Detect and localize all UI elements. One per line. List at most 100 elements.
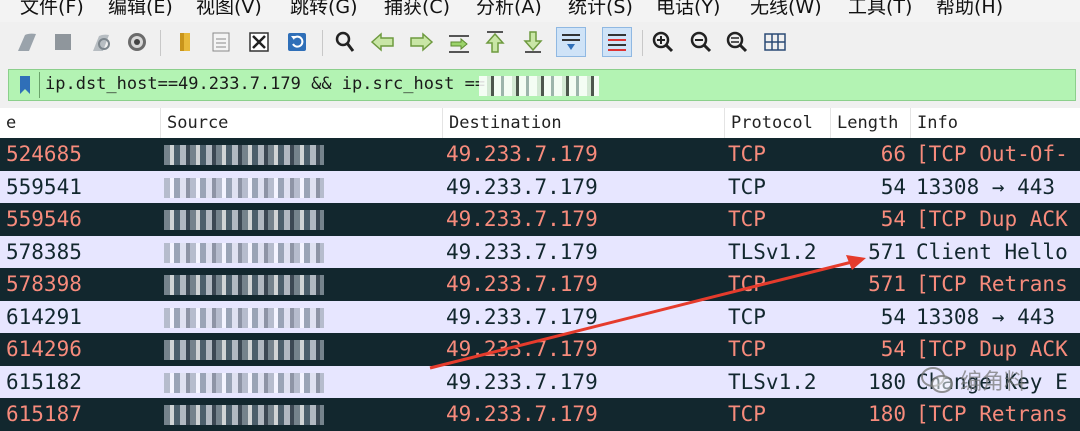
menu-edit[interactable]: 编辑(E)	[108, 0, 173, 19]
find-icon[interactable]	[330, 27, 360, 57]
packet-number: 524685	[6, 142, 82, 166]
packet-number: 615187	[6, 402, 82, 426]
packet-info: Client Hello	[916, 239, 1068, 264]
packet-info: 13308 → 443	[916, 304, 1056, 329]
watermark: 编角料	[920, 362, 1070, 398]
packet-destination: 49.233.7.179	[446, 304, 598, 329]
packet-row[interactable]: 524685 49.233.7.179 TCP 66 [TCP Out-Of-	[0, 138, 1080, 171]
redacted-ip	[164, 405, 324, 425]
packet-length: 571	[868, 272, 906, 296]
close-file-icon[interactable]	[244, 27, 274, 57]
packet-length: 180	[868, 369, 906, 394]
packet-destination: 49.233.7.179	[446, 142, 598, 166]
packet-number: 578385	[6, 239, 82, 264]
packet-row[interactable]: 578398 49.233.7.179 TCP 571 [TCP Retrans	[0, 268, 1080, 301]
reload-icon[interactable]	[282, 27, 312, 57]
packet-info: [TCP Retrans	[916, 272, 1068, 296]
column-header-length[interactable]: Length	[830, 108, 910, 138]
packet-number: 614296	[6, 337, 82, 361]
menu-wireless[interactable]: 无线(W)	[750, 0, 822, 19]
go-to-packet-icon[interactable]	[444, 27, 474, 57]
shark-fin-start-icon[interactable]	[12, 27, 42, 57]
packet-destination: 49.233.7.179	[446, 369, 598, 394]
wechat-icon	[921, 367, 953, 393]
redacted-ip	[164, 242, 324, 263]
packet-destination: 49.233.7.179	[446, 272, 598, 296]
packet-source	[164, 268, 334, 301]
packet-info: [TCP Dup ACK	[916, 337, 1068, 361]
autoscroll-icon[interactable]	[556, 27, 586, 57]
forward-arrow-icon[interactable]	[406, 27, 436, 57]
column-header-protocol[interactable]: Protocol	[724, 108, 830, 138]
redacted-ip	[479, 76, 599, 96]
menu-telephony[interactable]: 电话(Y)	[656, 0, 720, 19]
redacted-ip	[164, 275, 324, 295]
packet-length: 180	[868, 402, 906, 426]
packet-row[interactable]: 614296 49.233.7.179 TCP 54 [TCP Dup ACK	[0, 333, 1080, 366]
packet-source	[164, 301, 334, 334]
menu-statistics[interactable]: 统计(S)	[568, 0, 633, 19]
packet-source	[164, 236, 334, 269]
filter-expression: ip.dst_host==49.233.7.179 && ip.src_host…	[45, 74, 486, 94]
packet-source	[164, 203, 334, 236]
packet-number: 614291	[6, 304, 82, 329]
menu-capture[interactable]: 捕获(C)	[384, 0, 450, 19]
first-packet-icon[interactable]	[480, 27, 510, 57]
packet-row[interactable]: 578385 49.233.7.179 TLSv1.2 571 Client Hello	[0, 235, 1080, 269]
redacted-ip	[164, 177, 324, 198]
packet-destination: 49.233.7.179	[446, 207, 598, 231]
stop-icon[interactable]	[48, 27, 78, 57]
redacted-ip	[164, 210, 324, 230]
packet-protocol: TLSv1.2	[728, 369, 817, 394]
redacted-ip	[164, 372, 324, 393]
redacted-ip	[164, 307, 324, 328]
open-file-icon[interactable]	[170, 27, 200, 57]
back-arrow-icon[interactable]	[368, 27, 398, 57]
menu-bar: 文件(F) 编辑(E) 视图(V) 跳转(G) 捕获(C) 分析(A) 统计(S…	[0, 0, 1080, 22]
column-header-source[interactable]: Source	[160, 108, 442, 138]
filter-bookmark-icon[interactable]	[11, 72, 40, 98]
menu-help[interactable]: 帮助(H)	[936, 0, 1003, 19]
packet-destination: 49.233.7.179	[446, 239, 598, 264]
zoom-in-icon[interactable]	[648, 27, 678, 57]
packet-source	[164, 171, 334, 204]
packet-info: 13308 → 443	[916, 174, 1056, 199]
column-header-destination[interactable]: Destination	[442, 108, 724, 138]
packet-info: [TCP Dup ACK	[916, 207, 1068, 231]
packet-row[interactable]: 614291 49.233.7.179 TCP 54 13308 → 443	[0, 300, 1080, 334]
menu-tools[interactable]: 工具(T)	[848, 0, 912, 19]
options-gear-icon[interactable]	[122, 27, 152, 57]
watermark-text: 编角料	[960, 370, 1027, 395]
last-packet-icon[interactable]	[518, 27, 548, 57]
redacted-ip	[164, 145, 324, 165]
menu-analyze[interactable]: 分析(A)	[476, 0, 542, 19]
packet-number: 578398	[6, 272, 82, 296]
menu-go[interactable]: 跳转(G)	[290, 0, 358, 19]
colorize-icon[interactable]	[602, 27, 632, 57]
zoom-normal-icon[interactable]	[722, 27, 752, 57]
column-header-no[interactable]: e	[0, 108, 160, 138]
packet-row[interactable]: 559541 49.233.7.179 TCP 54 13308 → 443	[0, 170, 1080, 204]
menu-view[interactable]: 视图(V)	[196, 0, 262, 19]
packet-protocol: TCP	[728, 272, 766, 296]
packet-info: [TCP Retrans	[916, 402, 1068, 426]
packet-row[interactable]: 615187 49.233.7.179 TCP 180 [TCP Retrans	[0, 398, 1080, 431]
packet-row[interactable]: 615182 49.233.7.179 TLSv1.2 180 Change Key E	[0, 365, 1080, 398]
redacted-ip	[164, 340, 324, 360]
packet-source	[164, 398, 334, 431]
packet-row[interactable]: 559546 49.233.7.179 TCP 54 [TCP Dup ACK	[0, 203, 1080, 236]
menu-file[interactable]: 文件(F)	[20, 0, 84, 19]
packet-length: 54	[880, 304, 906, 329]
packet-length: 66	[880, 142, 906, 166]
packet-protocol: TLSv1.2	[728, 239, 817, 264]
packet-number: 559546	[6, 207, 82, 231]
packet-info: [TCP Out-Of-	[916, 142, 1068, 166]
zoom-out-icon[interactable]	[686, 27, 716, 57]
save-file-icon[interactable]	[206, 27, 236, 57]
packet-number: 559541	[6, 174, 82, 199]
packet-protocol: TCP	[728, 174, 766, 199]
column-header-info[interactable]: Info	[910, 108, 1080, 138]
resize-columns-icon[interactable]	[760, 27, 790, 57]
display-filter-input[interactable]: ip.dst_host==49.233.7.179 && ip.src_host…	[8, 69, 1076, 101]
restart-icon[interactable]	[86, 27, 116, 57]
